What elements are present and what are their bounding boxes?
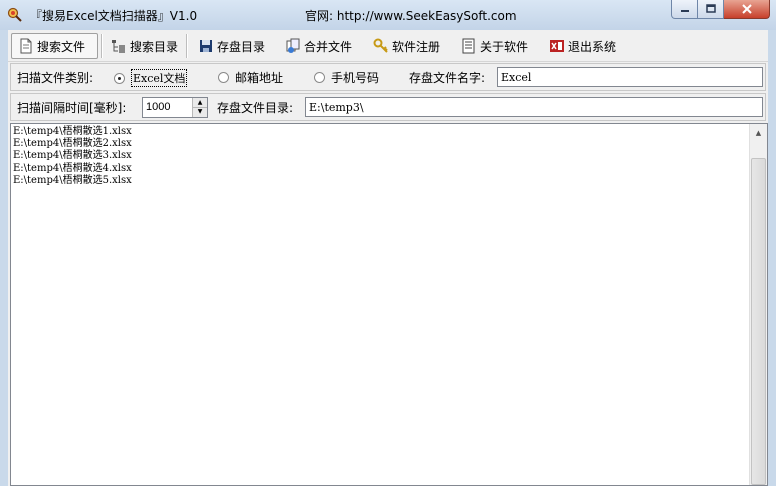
scroll-thumb[interactable] bbox=[751, 158, 766, 485]
merge-files-label: 合并文件 bbox=[304, 39, 353, 54]
app-logo-icon bbox=[7, 7, 22, 22]
merge-files-button[interactable]: 合并文件 bbox=[279, 33, 352, 59]
radio-excel[interactable]: Excel文档 bbox=[114, 69, 188, 87]
spin-down-button[interactable]: ▼ bbox=[193, 107, 207, 116]
log-line: E:\temp4\梧桐散选5.xlsx bbox=[13, 174, 132, 186]
maximize-button[interactable] bbox=[698, 0, 724, 19]
maximize-icon bbox=[705, 4, 716, 13]
vertical-scrollbar[interactable]: ▲ bbox=[749, 124, 767, 485]
minimize-button[interactable] bbox=[671, 0, 698, 19]
title-bar[interactable]: 『搜易Excel文档扫描器』V1.0 官网: http://www.SeekEa… bbox=[0, 0, 776, 30]
log-line: E:\temp4\梧桐散选1.xlsx bbox=[13, 126, 132, 137]
minimize-icon bbox=[680, 10, 689, 12]
radio-email[interactable]: 邮箱地址 bbox=[218, 69, 283, 86]
search-files-button[interactable]: 搜索文件 bbox=[11, 33, 98, 59]
log-line: E:\temp4\梧桐散选2.xlsx bbox=[13, 138, 132, 150]
log-lines: E:\temp4\梧桐散选1.xlsx E:\temp4\梧桐散选2.xlsx … bbox=[13, 126, 132, 187]
interval-spinner[interactable]: 1000 ▲ ▼ bbox=[142, 97, 208, 118]
toolbar: 搜索文件 搜索目录 存盘目录 合并文件 软件注册 关于软件 退出系统 bbox=[8, 30, 768, 62]
close-icon bbox=[741, 4, 752, 14]
file-search-icon bbox=[20, 38, 32, 54]
save-dir-input[interactable]: E:\temp3\ bbox=[305, 97, 763, 117]
scan-type-label: 扫描文件类别: bbox=[17, 71, 94, 85]
search-directory-button[interactable]: 搜索目录 bbox=[105, 33, 178, 59]
scroll-up-icon[interactable]: ▲ bbox=[750, 124, 767, 141]
radio-excel-label: Excel文档 bbox=[131, 69, 188, 87]
scan-type-row: 扫描文件类别: Excel文档 邮箱地址 手机号码 存盘文件名字: Excel bbox=[10, 63, 766, 91]
interval-value: 1000 bbox=[146, 101, 171, 113]
website-text: 官网: http://www.SeekEasySoft.com bbox=[305, 9, 517, 23]
radio-email-label: 邮箱地址 bbox=[235, 71, 284, 85]
search-files-label: 搜索文件 bbox=[37, 39, 86, 54]
info-doc-icon bbox=[462, 38, 475, 54]
log-line: E:\temp4\梧桐散选4.xlsx bbox=[13, 162, 132, 174]
main-window-client: 搜索文件 搜索目录 存盘目录 合并文件 软件注册 关于软件 退出系统 扫描文件类… bbox=[8, 30, 768, 486]
exit-system-button[interactable]: 退出系统 bbox=[543, 33, 616, 59]
save-directory-button[interactable]: 存盘目录 bbox=[192, 33, 265, 59]
results-log[interactable]: E:\temp4\梧桐散选1.xlsx E:\temp4\梧桐散选2.xlsx … bbox=[10, 123, 768, 486]
software-register-label: 软件注册 bbox=[392, 39, 441, 54]
interval-row: 扫描间隔时间[毫秒]: 1000 ▲ ▼ 存盘文件目录: E:\temp3\ bbox=[10, 93, 766, 121]
radio-phone-label: 手机号码 bbox=[331, 71, 380, 85]
save-dir-label: 存盘文件目录: bbox=[217, 101, 294, 115]
folder-tree-icon bbox=[112, 40, 125, 53]
save-name-input[interactable]: Excel bbox=[497, 67, 763, 87]
interval-label: 扫描间隔时间[毫秒]: bbox=[17, 101, 127, 115]
exit-icon bbox=[550, 40, 564, 52]
radio-unselected-icon bbox=[314, 72, 325, 83]
radio-unselected-icon bbox=[218, 72, 229, 83]
floppy-save-icon bbox=[200, 40, 212, 52]
about-software-button[interactable]: 关于软件 bbox=[455, 33, 528, 59]
software-register-button[interactable]: 软件注册 bbox=[367, 33, 440, 59]
exit-system-label: 退出系统 bbox=[568, 39, 617, 54]
save-name-label: 存盘文件名字: bbox=[409, 71, 486, 85]
window-title: 『搜易Excel文档扫描器』V1.0 bbox=[30, 9, 198, 23]
log-line: E:\temp4\梧桐散选3.xlsx bbox=[13, 150, 132, 162]
about-software-label: 关于软件 bbox=[480, 39, 529, 54]
search-directory-label: 搜索目录 bbox=[130, 39, 179, 54]
merge-files-icon bbox=[286, 38, 300, 53]
radio-selected-icon bbox=[114, 72, 125, 84]
close-button[interactable] bbox=[724, 0, 770, 19]
save-directory-label: 存盘目录 bbox=[217, 39, 266, 54]
radio-phone[interactable]: 手机号码 bbox=[314, 69, 379, 86]
key-icon bbox=[373, 38, 388, 53]
